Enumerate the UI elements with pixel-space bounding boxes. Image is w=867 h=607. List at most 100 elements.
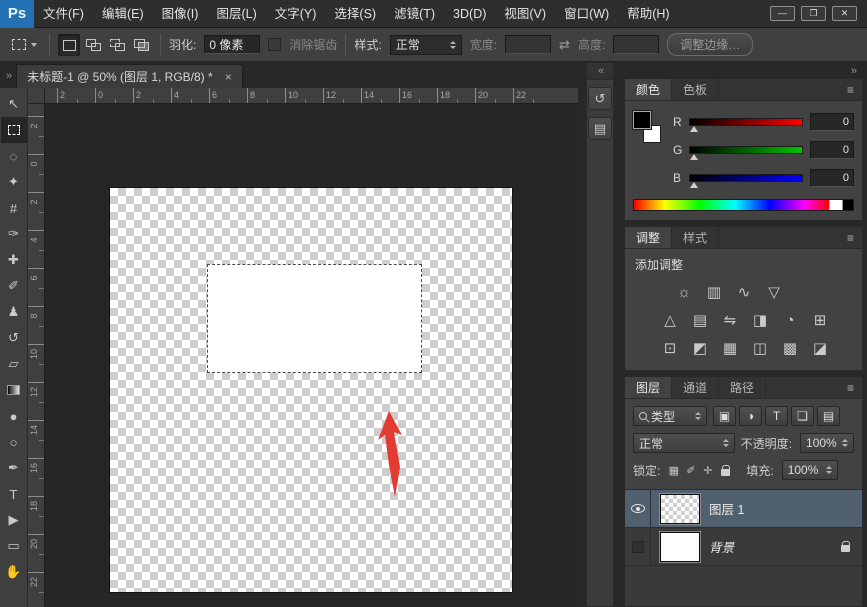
panel-menu-icon[interactable]: ≡ bbox=[839, 377, 862, 398]
custom-shape-tool[interactable]: ▭ bbox=[1, 533, 27, 559]
brightness-contrast-icon[interactable]: ☼ bbox=[673, 282, 695, 302]
type-layer-filter-icon[interactable]: T bbox=[765, 406, 788, 426]
posterize-icon[interactable]: ▦ bbox=[719, 338, 741, 358]
slider-thumb[interactable] bbox=[690, 154, 698, 160]
layer-thumbnail[interactable] bbox=[660, 532, 700, 562]
collapse-panels-chevron-icon[interactable]: » bbox=[620, 62, 867, 78]
tab-close-icon[interactable]: × bbox=[225, 70, 232, 84]
lock-position-icon[interactable]: ✛ bbox=[700, 464, 715, 477]
slider-value[interactable]: 0 bbox=[810, 169, 854, 187]
panel-menu-icon[interactable]: ≡ bbox=[839, 79, 862, 100]
fill-dropdown[interactable]: 100% bbox=[782, 460, 838, 480]
curves-icon[interactable]: ∿ bbox=[733, 282, 755, 302]
menu-item[interactable]: 帮助(H) bbox=[618, 0, 678, 28]
menu-item[interactable]: 滤镜(T) bbox=[385, 0, 444, 28]
style-dropdown[interactable]: 正常 bbox=[390, 35, 462, 55]
menu-item[interactable]: 窗口(W) bbox=[555, 0, 618, 28]
adjustment-layer-filter-icon[interactable]: ◑ bbox=[739, 406, 762, 426]
channel-mixer-icon[interactable]: ⊞ bbox=[809, 310, 831, 330]
selective-color-icon[interactable]: ◪ bbox=[809, 338, 831, 358]
slider-thumb[interactable] bbox=[690, 182, 698, 188]
menu-item[interactable]: 视图(V) bbox=[495, 0, 555, 28]
add-to-selection-button[interactable] bbox=[82, 34, 104, 56]
subtract-from-selection-button[interactable] bbox=[106, 34, 128, 56]
invert-icon[interactable]: ◩ bbox=[689, 338, 711, 358]
intersect-selection-button[interactable] bbox=[130, 34, 152, 56]
lock-image-pixels-icon[interactable]: ✐ bbox=[683, 464, 698, 477]
width-input[interactable] bbox=[505, 35, 551, 54]
spot-healing-brush-tool[interactable]: ✚ bbox=[1, 247, 27, 273]
eyedropper-tool[interactable]: ✑ bbox=[1, 221, 27, 247]
rectangular-marquee-tool[interactable] bbox=[1, 117, 27, 143]
hue-saturation-icon[interactable]: ▤ bbox=[689, 310, 711, 330]
menu-item[interactable]: 3D(D) bbox=[444, 0, 495, 28]
slider-track[interactable] bbox=[689, 118, 803, 126]
foreground-color-swatch[interactable] bbox=[633, 111, 651, 129]
close-button[interactable]: ✕ bbox=[832, 6, 857, 21]
black-white-icon[interactable]: ◨ bbox=[749, 310, 771, 330]
opacity-dropdown[interactable]: 100% bbox=[800, 433, 854, 453]
exposure-icon[interactable]: ▽ bbox=[763, 282, 785, 302]
antialias-checkbox[interactable] bbox=[268, 38, 281, 51]
properties-panel-icon[interactable]: ▤ bbox=[588, 117, 612, 140]
dodge-tool[interactable]: ○ bbox=[1, 429, 27, 455]
clone-stamp-tool[interactable]: ♟ bbox=[1, 299, 27, 325]
path-selection-tool[interactable]: ▶ bbox=[1, 507, 27, 533]
visibility-toggle[interactable] bbox=[625, 528, 651, 565]
tab-paths[interactable]: 路径 bbox=[719, 377, 766, 398]
panel-menu-icon[interactable]: ≡ bbox=[839, 227, 862, 248]
maximize-button[interactable]: ❐ bbox=[801, 6, 826, 21]
history-brush-tool[interactable]: ↺ bbox=[1, 325, 27, 351]
document-tab[interactable]: 未标题-1 @ 50% (图层 1, RGB/8) * × bbox=[16, 64, 243, 88]
minimize-button[interactable]: — bbox=[770, 6, 795, 21]
slider-thumb[interactable] bbox=[690, 126, 698, 132]
layer-row-background[interactable]: 背景 bbox=[625, 528, 862, 566]
vibrance-icon[interactable]: △ bbox=[659, 310, 681, 330]
document-canvas[interactable] bbox=[110, 188, 512, 592]
slider-track[interactable] bbox=[689, 146, 803, 154]
lock-transparent-pixels-icon[interactable]: ▦ bbox=[666, 464, 681, 477]
lock-all-icon[interactable] bbox=[721, 469, 730, 476]
pixel-layer-filter-icon[interactable]: ▣ bbox=[713, 406, 736, 426]
smart-object-filter-icon[interactable]: ▤ bbox=[817, 406, 840, 426]
menu-item[interactable]: 选择(S) bbox=[325, 0, 385, 28]
layer-filter-kind-dropdown[interactable]: 类型 bbox=[633, 406, 707, 426]
blur-tool[interactable]: ● bbox=[1, 403, 27, 429]
slider-value[interactable]: 0 bbox=[810, 113, 854, 131]
layer-thumbnail[interactable] bbox=[660, 494, 700, 524]
expand-dock-chevron-icon[interactable]: « bbox=[587, 63, 613, 80]
color-spectrum-ramp[interactable] bbox=[633, 199, 854, 211]
blend-mode-dropdown[interactable]: 正常 bbox=[633, 433, 735, 453]
gradient-map-icon[interactable]: ▩ bbox=[779, 338, 801, 358]
type-tool[interactable]: T bbox=[1, 481, 27, 507]
lasso-tool[interactable]: ◌ bbox=[1, 143, 27, 169]
gradient-tool[interactable] bbox=[1, 377, 27, 403]
tab-overflow-chevron-icon[interactable]: » bbox=[0, 70, 16, 88]
height-input[interactable] bbox=[613, 35, 659, 54]
color-balance-icon[interactable]: ⇋ bbox=[719, 310, 741, 330]
move-tool[interactable]: ↖ bbox=[1, 91, 27, 117]
brush-tool[interactable]: ✐ bbox=[1, 273, 27, 299]
shape-layer-filter-icon[interactable]: ❏ bbox=[791, 406, 814, 426]
menu-item[interactable]: 文字(Y) bbox=[266, 0, 326, 28]
threshold-icon[interactable]: ◫ bbox=[749, 338, 771, 358]
visibility-toggle[interactable] bbox=[625, 490, 651, 527]
menu-item[interactable]: 编辑(E) bbox=[93, 0, 153, 28]
levels-icon[interactable]: ▥ bbox=[703, 282, 725, 302]
feather-input[interactable] bbox=[204, 35, 260, 54]
layer-row-layer1[interactable]: 图层 1 bbox=[625, 490, 862, 528]
tab-color[interactable]: 颜色 bbox=[625, 79, 672, 100]
tab-layers[interactable]: 图层 bbox=[625, 377, 672, 398]
slider-value[interactable]: 0 bbox=[810, 141, 854, 159]
eraser-tool[interactable]: ▱ bbox=[1, 351, 27, 377]
swap-width-height-icon[interactable]: ⇄ bbox=[559, 37, 570, 53]
color-lookup-icon[interactable]: ⊡ bbox=[659, 338, 681, 358]
tab-styles[interactable]: 样式 bbox=[672, 227, 719, 248]
crop-tool[interactable]: # bbox=[1, 195, 27, 221]
refine-edge-button[interactable]: 调整边缘… bbox=[667, 33, 753, 56]
new-selection-button[interactable] bbox=[58, 34, 80, 56]
foreground-background-swatches[interactable] bbox=[633, 111, 663, 143]
tool-preset-picker[interactable] bbox=[8, 36, 41, 53]
menu-item[interactable]: 图层(L) bbox=[207, 0, 265, 28]
menu-item[interactable]: 文件(F) bbox=[34, 0, 93, 28]
